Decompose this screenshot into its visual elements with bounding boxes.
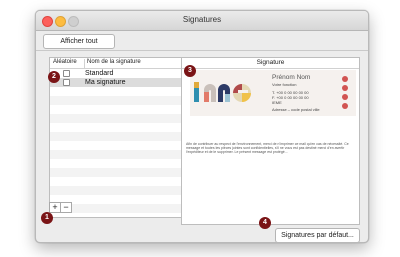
empty-row (50, 168, 188, 177)
signature-list: Aléatoire Nom de la signature Standard M… (49, 57, 189, 218)
empty-row (50, 141, 188, 150)
list-header: Aléatoire Nom de la signature (50, 58, 188, 69)
title-bar: Signatures (36, 11, 368, 31)
callout-badge: 4 (259, 217, 271, 229)
signature-name: Ma signature (85, 79, 126, 86)
empty-row (50, 114, 188, 123)
facebook-icon[interactable] (342, 76, 348, 82)
random-checkbox[interactable] (63, 70, 70, 77)
signatures-window: Signatures Afficher tout Aléatoire Nom d… (35, 10, 369, 243)
empty-row (50, 150, 188, 159)
preview-header: Signature (182, 58, 359, 69)
empty-row (50, 123, 188, 132)
sig-address: Adresse – code postal ville (272, 107, 320, 112)
instagram-icon[interactable] (342, 94, 348, 100)
empty-row (50, 105, 188, 114)
disclaimer-text: Afin de contribuer au respect de l'envir… (186, 142, 349, 154)
empty-row (50, 186, 188, 195)
callout-badge: 2 (48, 71, 60, 83)
empty-row (50, 87, 188, 96)
signature-card: Prénom Nom Votre fonction T. +00 0 00 00… (190, 70, 356, 116)
twitter-icon[interactable] (342, 85, 348, 91)
list-item[interactable]: Ma signature (50, 78, 188, 87)
company-logo (194, 82, 251, 102)
signature-name: Standard (85, 70, 114, 77)
callout-badge: 1 (41, 212, 53, 224)
youtube-icon[interactable] (342, 103, 348, 109)
column-header-random[interactable]: Aléatoire (53, 59, 77, 65)
window-title: Signatures (182, 15, 222, 24)
column-header-name[interactable]: Nom de la signature (84, 59, 141, 69)
callout-badge: 3 (184, 65, 196, 77)
empty-row (50, 177, 188, 186)
toolbar-divider (36, 50, 368, 51)
empty-row (50, 96, 188, 105)
random-checkbox[interactable] (63, 79, 70, 86)
show-all-button[interactable]: Afficher tout (43, 34, 115, 49)
remove-signature-button[interactable]: − (60, 202, 72, 213)
empty-row (50, 132, 188, 141)
default-signatures-button[interactable]: Signatures par défaut... (275, 228, 360, 242)
signature-preview: Signature Prénom Nom Votre fonction T. +… (181, 57, 360, 225)
empty-row (50, 159, 188, 168)
list-item[interactable]: Standard (50, 69, 188, 78)
sig-name: Prénom Nom (272, 74, 311, 81)
